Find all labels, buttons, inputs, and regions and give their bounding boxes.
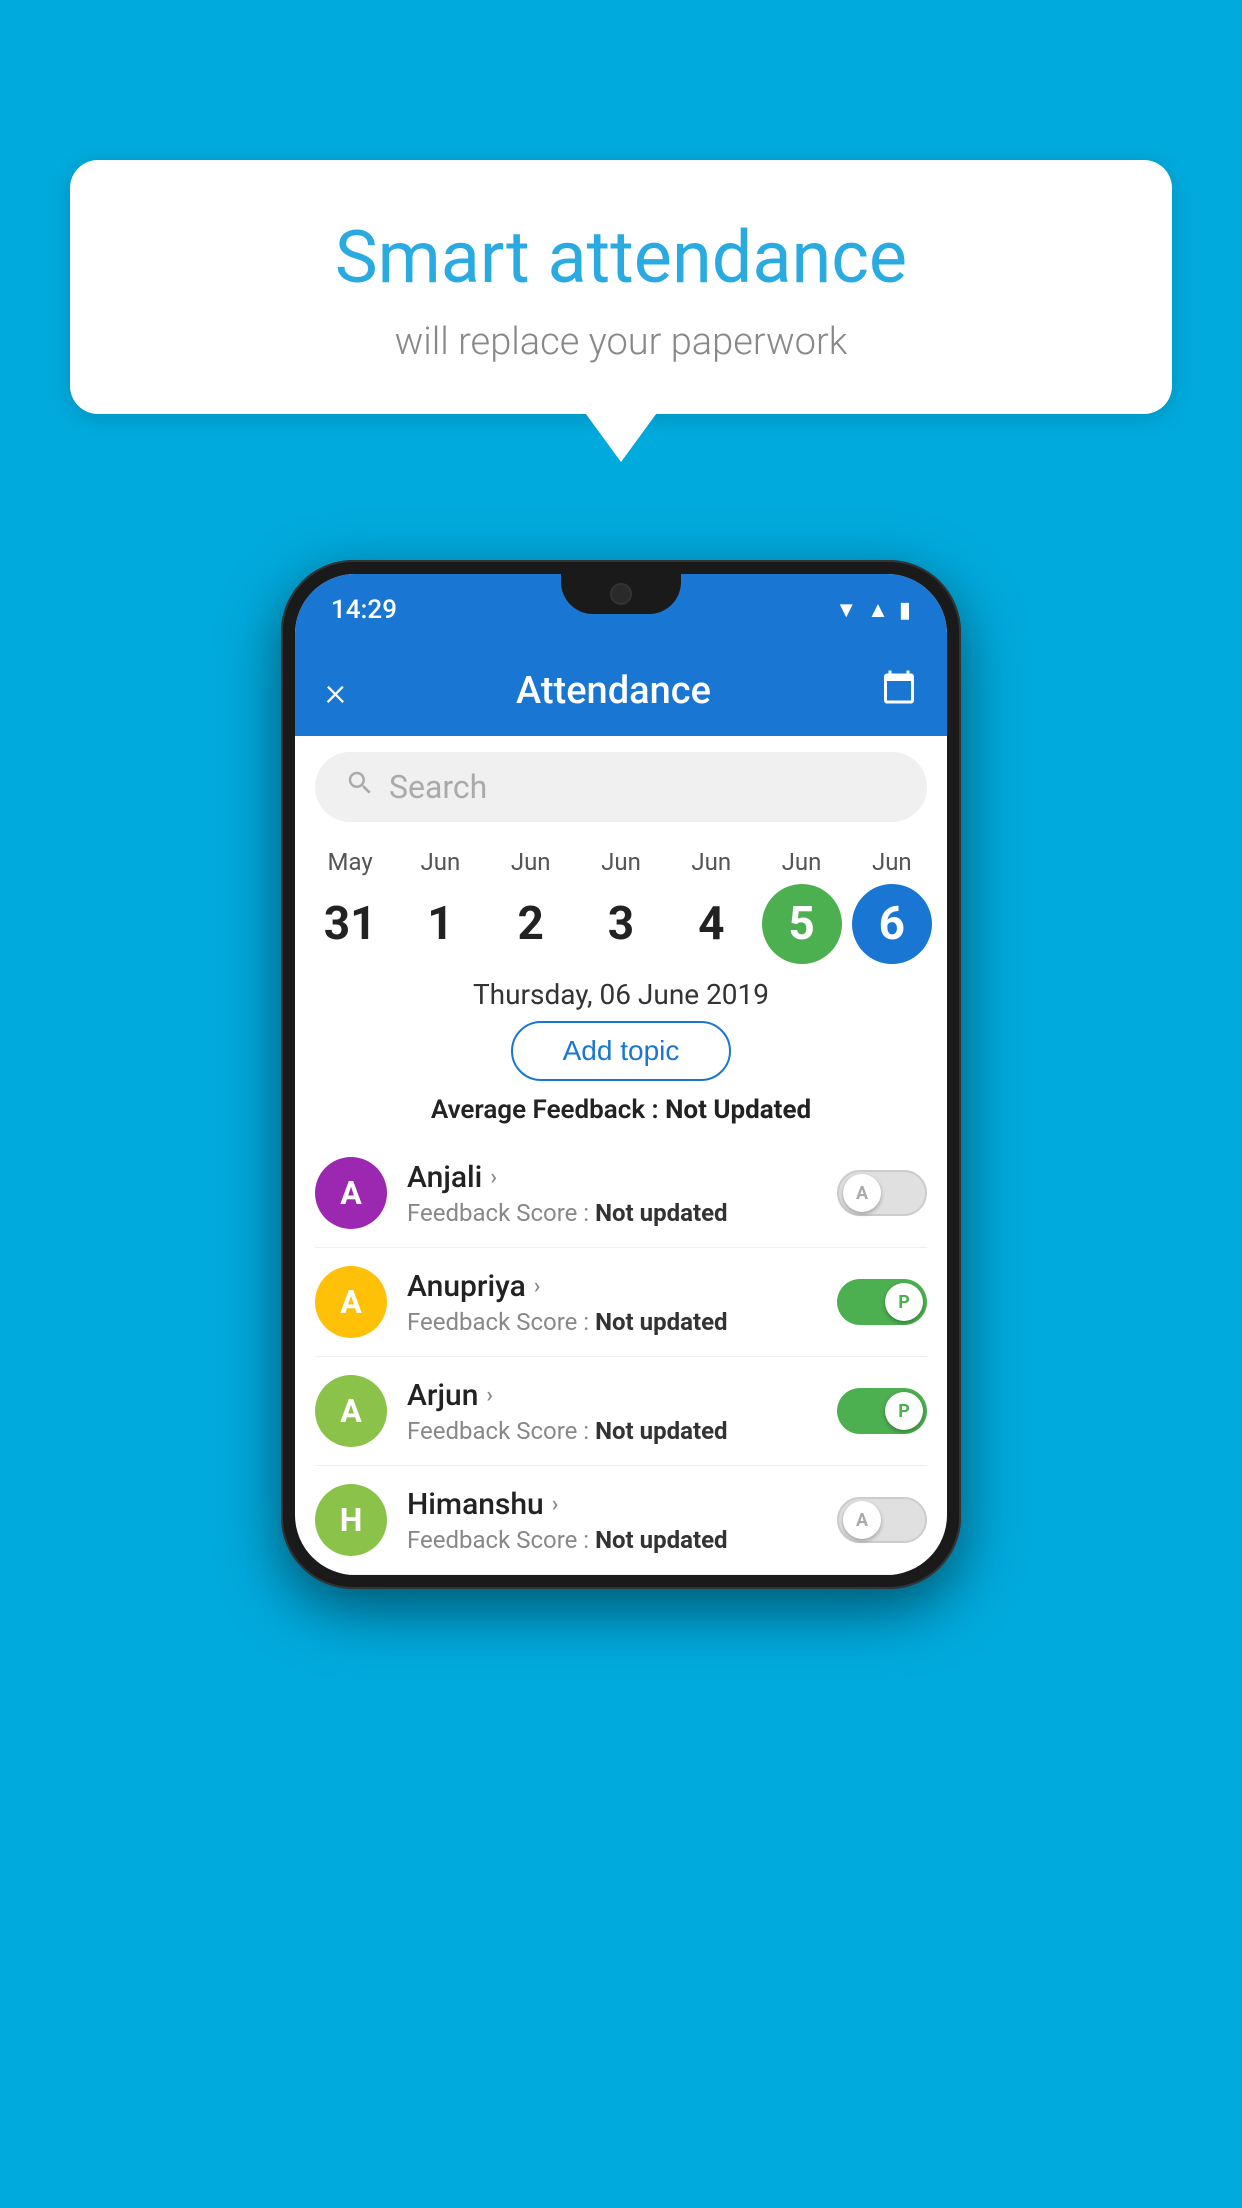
cal-date-number: 6 xyxy=(852,884,932,964)
student-feedback-score: Feedback Score : Not updated xyxy=(407,1417,817,1445)
avg-feedback-label: Average Feedback : xyxy=(431,1095,665,1125)
student-feedback-score: Feedback Score : Not updated xyxy=(407,1199,817,1227)
phone-screen: 14:29 ▼ ▲ ▮ × Attendance xyxy=(295,574,947,1575)
student-item[interactable]: H Himanshu › Feedback Score : Not updated A xyxy=(315,1466,927,1575)
student-name: Himanshu › xyxy=(407,1487,817,1522)
calendar-day[interactable]: Jun 3 xyxy=(581,848,661,964)
cal-date-number: 1 xyxy=(400,884,480,964)
cal-date-number: 5 xyxy=(762,884,842,964)
wifi-icon: ▼ xyxy=(835,597,857,623)
cal-date-number: 31 xyxy=(310,884,390,964)
student-info: Himanshu › Feedback Score : Not updated xyxy=(407,1487,817,1554)
calendar-icon[interactable] xyxy=(881,669,917,714)
cal-date-number: 4 xyxy=(671,884,751,964)
cal-date-number: 2 xyxy=(491,884,571,964)
signal-icon: ▲ xyxy=(867,597,889,623)
cal-month-label: Jun xyxy=(691,848,731,876)
attendance-toggle[interactable]: A xyxy=(837,1497,927,1543)
phone-outer: 14:29 ▼ ▲ ▮ × Attendance xyxy=(281,560,961,1589)
student-feedback-score: Feedback Score : Not updated xyxy=(407,1308,817,1336)
phone-wrapper: 14:29 ▼ ▲ ▮ × Attendance xyxy=(281,560,961,1589)
app-header: × Attendance xyxy=(295,646,947,736)
calendar-day[interactable]: Jun 4 xyxy=(671,848,751,964)
selected-date-label: Thursday, 06 June 2019 xyxy=(295,978,947,1011)
student-list: AAnjali ›Feedback Score : Not updatedAAA… xyxy=(295,1139,947,1575)
avg-feedback-value: Not Updated xyxy=(665,1095,811,1125)
calendar-day[interactable]: Jun 2 xyxy=(491,848,571,964)
calendar-strip: May 31 Jun 1 Jun 2 Jun 3 Jun 4 Jun 5 Jun 6 xyxy=(295,838,947,964)
chevron-right-icon: › xyxy=(534,1274,541,1299)
student-info: Arjun › Feedback Score : Not updated xyxy=(407,1378,817,1445)
student-avatar: H xyxy=(315,1484,387,1556)
status-icons: ▼ ▲ ▮ xyxy=(835,597,911,623)
student-item[interactable]: A Anjali › Feedback Score : Not updated A xyxy=(315,1139,927,1248)
calendar-day[interactable]: Jun 6 xyxy=(852,848,932,964)
front-camera xyxy=(610,583,632,605)
calendar-day[interactable]: May 31 xyxy=(310,848,390,964)
attendance-toggle[interactable]: A xyxy=(837,1170,927,1216)
student-avatar: A xyxy=(315,1157,387,1229)
student-feedback-score: Feedback Score : Not updated xyxy=(407,1526,817,1554)
status-bar: 14:29 ▼ ▲ ▮ xyxy=(295,574,947,646)
student-info: Anupriya › Feedback Score : Not updated xyxy=(407,1269,817,1336)
app-title: Attendance xyxy=(516,669,711,713)
bubble-subtitle: will replace your paperwork xyxy=(130,320,1112,364)
avg-feedback: Average Feedback : Not Updated xyxy=(295,1095,947,1125)
cal-month-label: May xyxy=(328,848,373,876)
calendar-day[interactable]: Jun 5 xyxy=(762,848,842,964)
cal-month-label: Jun xyxy=(872,848,912,876)
student-name: Arjun › xyxy=(407,1378,817,1413)
battery-icon: ▮ xyxy=(899,598,911,623)
search-bar[interactable]: Search xyxy=(315,752,927,822)
speech-bubble: Smart attendance will replace your paper… xyxy=(70,160,1172,414)
student-name: Anupriya › xyxy=(407,1269,817,1304)
attendance-toggle[interactable]: P xyxy=(837,1279,927,1325)
student-info: Anjali › Feedback Score : Not updated xyxy=(407,1160,817,1227)
cal-month-label: Jun xyxy=(511,848,551,876)
search-placeholder: Search xyxy=(389,768,487,806)
cal-month-label: Jun xyxy=(782,848,822,876)
chevron-right-icon: › xyxy=(490,1165,497,1190)
student-item[interactable]: A Arjun › Feedback Score : Not updated P xyxy=(315,1357,927,1466)
status-time: 14:29 xyxy=(331,595,397,625)
cal-month-label: Jun xyxy=(421,848,461,876)
chevron-right-icon: › xyxy=(486,1383,493,1408)
add-topic-button[interactable]: Add topic xyxy=(511,1021,732,1081)
student-name: Anjali › xyxy=(407,1160,817,1195)
calendar-day[interactable]: Jun 1 xyxy=(400,848,480,964)
student-avatar: A xyxy=(315,1375,387,1447)
close-button[interactable]: × xyxy=(325,668,346,715)
chevron-right-icon: › xyxy=(552,1492,559,1517)
notch xyxy=(561,574,681,614)
attendance-toggle[interactable]: P xyxy=(837,1388,927,1434)
student-avatar: A xyxy=(315,1266,387,1338)
bubble-title: Smart attendance xyxy=(130,215,1112,300)
cal-month-label: Jun xyxy=(601,848,641,876)
student-item[interactable]: A Anupriya › Feedback Score : Not updated P xyxy=(315,1248,927,1357)
cal-date-number: 3 xyxy=(581,884,661,964)
search-icon xyxy=(345,768,375,806)
